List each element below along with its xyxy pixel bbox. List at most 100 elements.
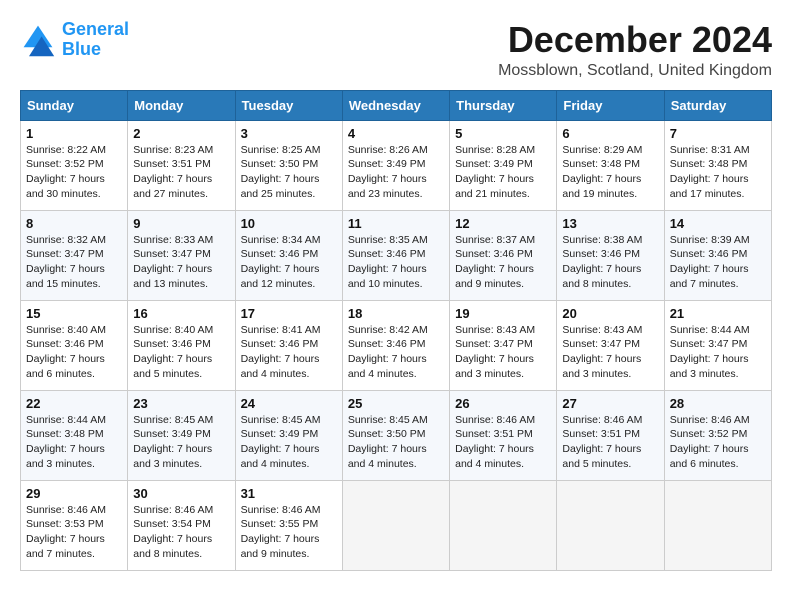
calendar-cell	[557, 480, 664, 570]
day-number: 24	[241, 396, 337, 411]
calendar-cell: 15Sunrise: 8:40 AM Sunset: 3:46 PM Dayli…	[21, 300, 128, 390]
day-header-friday: Friday	[557, 90, 664, 120]
day-number: 18	[348, 306, 444, 321]
logo-icon	[20, 22, 56, 58]
day-header-tuesday: Tuesday	[235, 90, 342, 120]
calendar-cell: 25 Sunrise: 8:45 AM Sunset: 3:50 PM Dayli…	[342, 390, 449, 480]
calendar-cell: 14Sunrise: 8:39 AM Sunset: 3:46 PM Dayli…	[664, 210, 771, 300]
day-info: Sunrise: 8:46 AM Sunset: 3:51 PM Dayligh…	[562, 413, 658, 472]
day-number: 29	[26, 486, 122, 501]
calendar-cell: 27 Sunrise: 8:46 AM Sunset: 3:51 PM Dayli…	[557, 390, 664, 480]
day-info: Sunrise: 8:42 AM Sunset: 3:46 PM Dayligh…	[348, 323, 444, 382]
logo-text: General Blue	[62, 20, 129, 60]
day-info: Sunrise: 8:35 AM Sunset: 3:46 PM Dayligh…	[348, 233, 444, 292]
day-number: 14	[670, 216, 766, 231]
calendar-cell: 2 Sunrise: 8:23 AM Sunset: 3:51 PM Daylig…	[128, 120, 235, 210]
day-info: Sunrise: 8:26 AM Sunset: 3:49 PM Dayligh…	[348, 143, 444, 202]
calendar-cell: 26 Sunrise: 8:46 AM Sunset: 3:51 PM Dayli…	[450, 390, 557, 480]
location: Mossblown, Scotland, United Kingdom	[498, 62, 772, 80]
day-number: 12	[455, 216, 551, 231]
day-info: Sunrise: 8:45 AM Sunset: 3:49 PM Dayligh…	[241, 413, 337, 472]
day-number: 10	[241, 216, 337, 231]
logo-line1: General	[62, 19, 129, 39]
day-number: 21	[670, 306, 766, 321]
day-info: Sunrise: 8:41 AM Sunset: 3:46 PM Dayligh…	[241, 323, 337, 382]
day-number: 16	[133, 306, 229, 321]
day-number: 11	[348, 216, 444, 231]
calendar-cell: 17 Sunrise: 8:41 AM Sunset: 3:46 PM Dayli…	[235, 300, 342, 390]
day-info: Sunrise: 8:32 AM Sunset: 3:47 PM Dayligh…	[26, 233, 122, 292]
day-info: Sunrise: 8:25 AM Sunset: 3:50 PM Dayligh…	[241, 143, 337, 202]
day-number: 2	[133, 126, 229, 141]
day-number: 19	[455, 306, 551, 321]
calendar-cell: 28Sunrise: 8:46 AM Sunset: 3:52 PM Dayli…	[664, 390, 771, 480]
day-number: 3	[241, 126, 337, 141]
day-info: Sunrise: 8:44 AM Sunset: 3:48 PM Dayligh…	[26, 413, 122, 472]
calendar-cell: 24 Sunrise: 8:45 AM Sunset: 3:49 PM Dayli…	[235, 390, 342, 480]
calendar-week-row: 29 Sunrise: 8:46 AM Sunset: 3:53 PM Dayli…	[21, 480, 772, 570]
day-header-monday: Monday	[128, 90, 235, 120]
calendar-cell: 13 Sunrise: 8:38 AM Sunset: 3:46 PM Dayli…	[557, 210, 664, 300]
calendar-cell	[450, 480, 557, 570]
day-info: Sunrise: 8:46 AM Sunset: 3:52 PM Dayligh…	[670, 413, 766, 472]
calendar-cell: 31Sunrise: 8:46 AM Sunset: 3:55 PM Dayli…	[235, 480, 342, 570]
day-number: 13	[562, 216, 658, 231]
day-header-saturday: Saturday	[664, 90, 771, 120]
calendar-header-row: SundayMondayTuesdayWednesdayThursdayFrid…	[21, 90, 772, 120]
day-info: Sunrise: 8:45 AM Sunset: 3:50 PM Dayligh…	[348, 413, 444, 472]
calendar-cell: 3 Sunrise: 8:25 AM Sunset: 3:50 PM Daylig…	[235, 120, 342, 210]
day-number: 8	[26, 216, 122, 231]
calendar-cell: 5 Sunrise: 8:28 AM Sunset: 3:49 PM Daylig…	[450, 120, 557, 210]
calendar-cell: 16 Sunrise: 8:40 AM Sunset: 3:46 PM Dayli…	[128, 300, 235, 390]
day-info: Sunrise: 8:38 AM Sunset: 3:46 PM Dayligh…	[562, 233, 658, 292]
day-info: Sunrise: 8:37 AM Sunset: 3:46 PM Dayligh…	[455, 233, 551, 292]
day-info: Sunrise: 8:34 AM Sunset: 3:46 PM Dayligh…	[241, 233, 337, 292]
day-info: Sunrise: 8:22 AM Sunset: 3:52 PM Dayligh…	[26, 143, 122, 202]
day-info: Sunrise: 8:33 AM Sunset: 3:47 PM Dayligh…	[133, 233, 229, 292]
day-info: Sunrise: 8:23 AM Sunset: 3:51 PM Dayligh…	[133, 143, 229, 202]
day-number: 31	[241, 486, 337, 501]
calendar-cell: 18 Sunrise: 8:42 AM Sunset: 3:46 PM Dayli…	[342, 300, 449, 390]
day-info: Sunrise: 8:46 AM Sunset: 3:51 PM Dayligh…	[455, 413, 551, 472]
calendar-cell	[664, 480, 771, 570]
calendar-cell: 7Sunrise: 8:31 AM Sunset: 3:48 PM Daylig…	[664, 120, 771, 210]
calendar-week-row: 15 Sunrise: 8:40 AM Sunset: 3:46 PM Dayli…	[21, 300, 772, 390]
title-block: December 2024 Mossblown, Scotland, Unite…	[498, 20, 772, 80]
day-number: 6	[562, 126, 658, 141]
calendar-cell: 21 Sunrise: 8:44 AM Sunset: 3:47 PM Dayli…	[664, 300, 771, 390]
calendar-cell: 12 Sunrise: 8:37 AM Sunset: 3:46 PM Dayli…	[450, 210, 557, 300]
calendar-week-row: 22Sunrise: 8:44 AM Sunset: 3:48 PM Dayli…	[21, 390, 772, 480]
calendar-cell: 30Sunrise: 8:46 AM Sunset: 3:54 PM Dayli…	[128, 480, 235, 570]
day-header-wednesday: Wednesday	[342, 90, 449, 120]
day-number: 30	[133, 486, 229, 501]
calendar-cell: 8 Sunrise: 8:32 AM Sunset: 3:47 PM Daylig…	[21, 210, 128, 300]
day-number: 26	[455, 396, 551, 411]
calendar-cell: 9Sunrise: 8:33 AM Sunset: 3:47 PM Daylig…	[128, 210, 235, 300]
day-header-sunday: Sunday	[21, 90, 128, 120]
day-info: Sunrise: 8:44 AM Sunset: 3:47 PM Dayligh…	[670, 323, 766, 382]
calendar-cell: 23Sunrise: 8:45 AM Sunset: 3:49 PM Dayli…	[128, 390, 235, 480]
logo: General Blue	[20, 20, 129, 60]
calendar-week-row: 1 Sunrise: 8:22 AM Sunset: 3:52 PM Daylig…	[21, 120, 772, 210]
day-info: Sunrise: 8:43 AM Sunset: 3:47 PM Dayligh…	[562, 323, 658, 382]
day-number: 15	[26, 306, 122, 321]
calendar-cell: 1 Sunrise: 8:22 AM Sunset: 3:52 PM Daylig…	[21, 120, 128, 210]
day-info: Sunrise: 8:31 AM Sunset: 3:48 PM Dayligh…	[670, 143, 766, 202]
day-info: Sunrise: 8:40 AM Sunset: 3:46 PM Dayligh…	[133, 323, 229, 382]
day-number: 5	[455, 126, 551, 141]
page-header: General Blue December 2024 Mossblown, Sc…	[20, 20, 772, 80]
calendar-cell: 6 Sunrise: 8:29 AM Sunset: 3:48 PM Daylig…	[557, 120, 664, 210]
day-info: Sunrise: 8:28 AM Sunset: 3:49 PM Dayligh…	[455, 143, 551, 202]
day-number: 23	[133, 396, 229, 411]
day-number: 20	[562, 306, 658, 321]
day-number: 4	[348, 126, 444, 141]
day-info: Sunrise: 8:43 AM Sunset: 3:47 PM Dayligh…	[455, 323, 551, 382]
day-number: 27	[562, 396, 658, 411]
day-number: 25	[348, 396, 444, 411]
calendar-cell: 22Sunrise: 8:44 AM Sunset: 3:48 PM Dayli…	[21, 390, 128, 480]
calendar-cell: 20 Sunrise: 8:43 AM Sunset: 3:47 PM Dayli…	[557, 300, 664, 390]
day-number: 17	[241, 306, 337, 321]
day-info: Sunrise: 8:29 AM Sunset: 3:48 PM Dayligh…	[562, 143, 658, 202]
day-number: 1	[26, 126, 122, 141]
day-info: Sunrise: 8:46 AM Sunset: 3:53 PM Dayligh…	[26, 503, 122, 562]
